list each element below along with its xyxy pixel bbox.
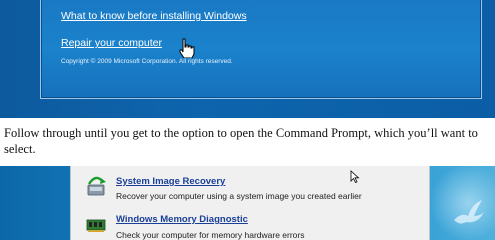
system-image-recovery-description: Recover your computer using a system ima… — [116, 191, 362, 201]
windows-memory-diagnostic-description: Check your computer for memory hardware … — [116, 230, 305, 240]
recovery-options-panel: System Image Recovery Recover your compu… — [70, 166, 430, 240]
recovery-screenshot: System Image Recovery Recover your compu… — [0, 166, 495, 240]
arrow-cursor-icon — [350, 170, 360, 183]
repair-computer-link[interactable]: Repair your computer — [61, 37, 162, 49]
copyright-text: Copyright © 2009 Microsoft Corporation. … — [61, 58, 233, 65]
decorative-bird-icon — [454, 200, 484, 224]
hand-pointer-icon — [179, 38, 195, 58]
what-to-know-link[interactable]: What to know before installing Windows — [61, 10, 247, 22]
system-image-icon — [87, 176, 106, 196]
windows-memory-diagnostic-link[interactable]: Windows Memory Diagnostic — [116, 214, 248, 225]
setup-window: What to know before installing Windows R… — [40, 0, 482, 99]
memory-chip-icon — [86, 219, 106, 232]
system-image-recovery-link[interactable]: System Image Recovery — [116, 176, 225, 187]
setup-screenshot: What to know before installing Windows R… — [0, 0, 495, 118]
instruction-paragraph: Follow through until you get to the opti… — [4, 126, 478, 156]
